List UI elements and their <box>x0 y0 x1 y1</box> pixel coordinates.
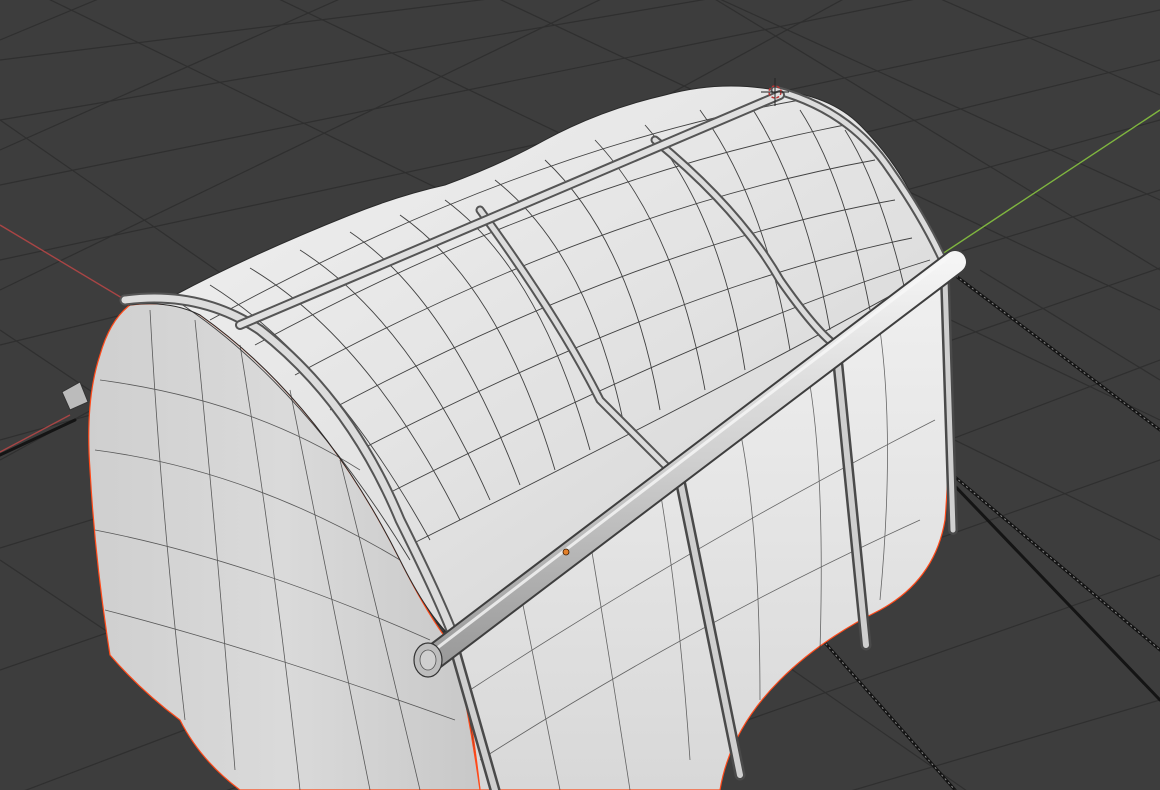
viewport-canvas[interactable] <box>0 0 1160 790</box>
object-origin-icon[interactable] <box>562 548 570 556</box>
3d-viewport[interactable] <box>0 0 1160 790</box>
